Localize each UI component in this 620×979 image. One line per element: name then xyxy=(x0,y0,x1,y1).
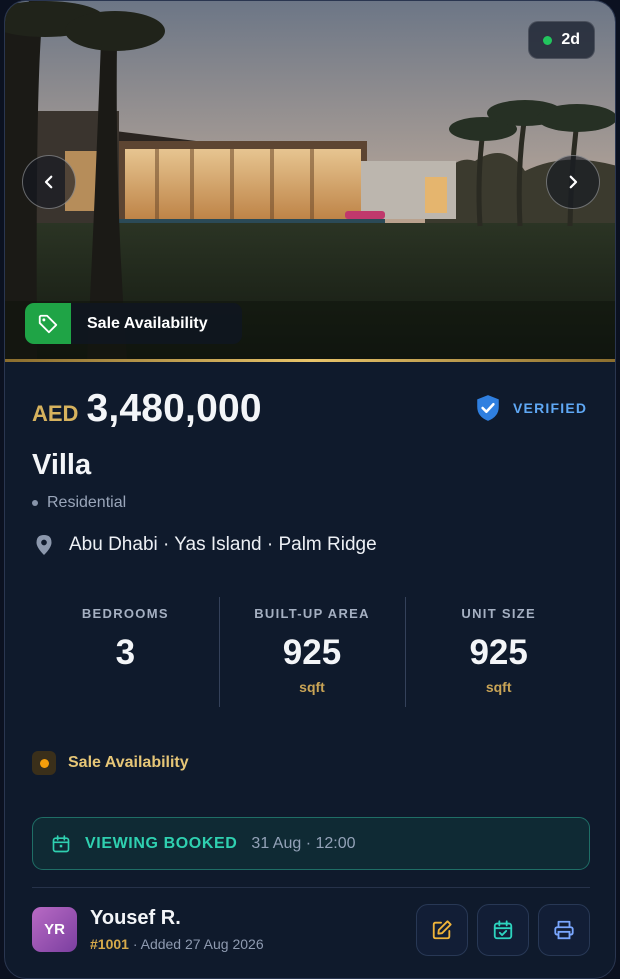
edit-button[interactable] xyxy=(416,904,468,956)
property-location: Abu Dhabi · Yas Island · Palm Ridge xyxy=(34,534,377,556)
verified-label: VERIFIED xyxy=(513,400,588,416)
stat-built-up-area: BUILT-UP AREA 925 sqft xyxy=(218,597,406,707)
agent-name: Yousef R. xyxy=(90,907,181,929)
property-photo[interactable]: 2d Sale Availability xyxy=(5,1,615,361)
next-photo-button[interactable] xyxy=(546,155,600,209)
price-value: 3,480,000 xyxy=(86,387,262,430)
stat-value: 3 xyxy=(115,633,136,672)
divider xyxy=(32,887,590,888)
listing-age-badge: 2d xyxy=(528,21,595,59)
printer-icon xyxy=(554,920,574,940)
stat-label: UNIT SIZE xyxy=(461,606,536,621)
shield-check-icon xyxy=(477,395,499,421)
listing-age-label: 2d xyxy=(561,31,580,48)
previous-photo-button[interactable] xyxy=(22,155,76,209)
location-label: Abu Dhabi · Yas Island · Palm Ridge xyxy=(69,534,377,555)
viewing-datetime: 31 Aug · 12:00 xyxy=(251,834,356,852)
bullet-icon xyxy=(32,500,38,506)
price-row: AED 3,480,000 xyxy=(32,387,262,431)
property-type: Villa xyxy=(32,449,92,481)
price-tag-icon xyxy=(38,314,58,333)
listing-added-date: · Added 27 Aug 2026 xyxy=(128,936,264,952)
calendar-check-icon xyxy=(493,920,513,940)
stat-label: BEDROOMS xyxy=(81,606,169,621)
availability-status: Sale Availability xyxy=(32,751,189,775)
listing-meta: #1001 · Added 27 Aug 2026 xyxy=(90,936,264,952)
edit-icon xyxy=(432,920,452,940)
availability-pill: Sale Availability xyxy=(25,303,242,344)
schedule-viewing-button[interactable] xyxy=(477,904,529,956)
property-category: Residential xyxy=(32,494,126,512)
status-dot-icon xyxy=(32,751,56,775)
print-button[interactable] xyxy=(538,904,590,956)
currency-label: AED xyxy=(32,401,79,426)
map-pin-icon xyxy=(36,535,52,555)
chevron-left-icon xyxy=(44,175,53,189)
status-label: Sale Availability xyxy=(68,754,189,771)
availability-pill-label: Sale Availability xyxy=(87,314,208,332)
listing-reference: #1001 xyxy=(90,936,129,952)
stat-bedrooms: BEDROOMS 3 xyxy=(32,597,219,707)
stat-value: 925 xyxy=(282,633,342,672)
stat-label: BUILT-UP AREA xyxy=(254,606,370,621)
agent-avatar: YR xyxy=(32,907,77,952)
tag-box xyxy=(25,303,71,344)
hero-accent-line xyxy=(5,359,615,362)
calendar-icon xyxy=(52,834,70,852)
chevron-right-icon xyxy=(569,175,578,189)
verified-badge: VERIFIED xyxy=(475,394,587,422)
green-dot-icon xyxy=(543,35,553,45)
stat-value: 925 xyxy=(469,633,528,672)
stat-unit: sqft xyxy=(299,679,325,695)
stat-unit: sqft xyxy=(485,679,512,695)
category-label: Residential xyxy=(47,494,127,511)
property-card: 2d Sale Availability AED 3,480,000 VERIF… xyxy=(4,0,616,979)
viewing-booked-banner: VIEWING BOOKED 31 Aug · 12:00 xyxy=(32,817,590,870)
stat-unit-size: UNIT SIZE 925 sqft xyxy=(405,597,592,707)
viewing-title: VIEWING BOOKED xyxy=(85,834,238,852)
property-stats: BEDROOMS 3 BUILT-UP AREA 925 sqft UNIT S… xyxy=(32,597,592,707)
